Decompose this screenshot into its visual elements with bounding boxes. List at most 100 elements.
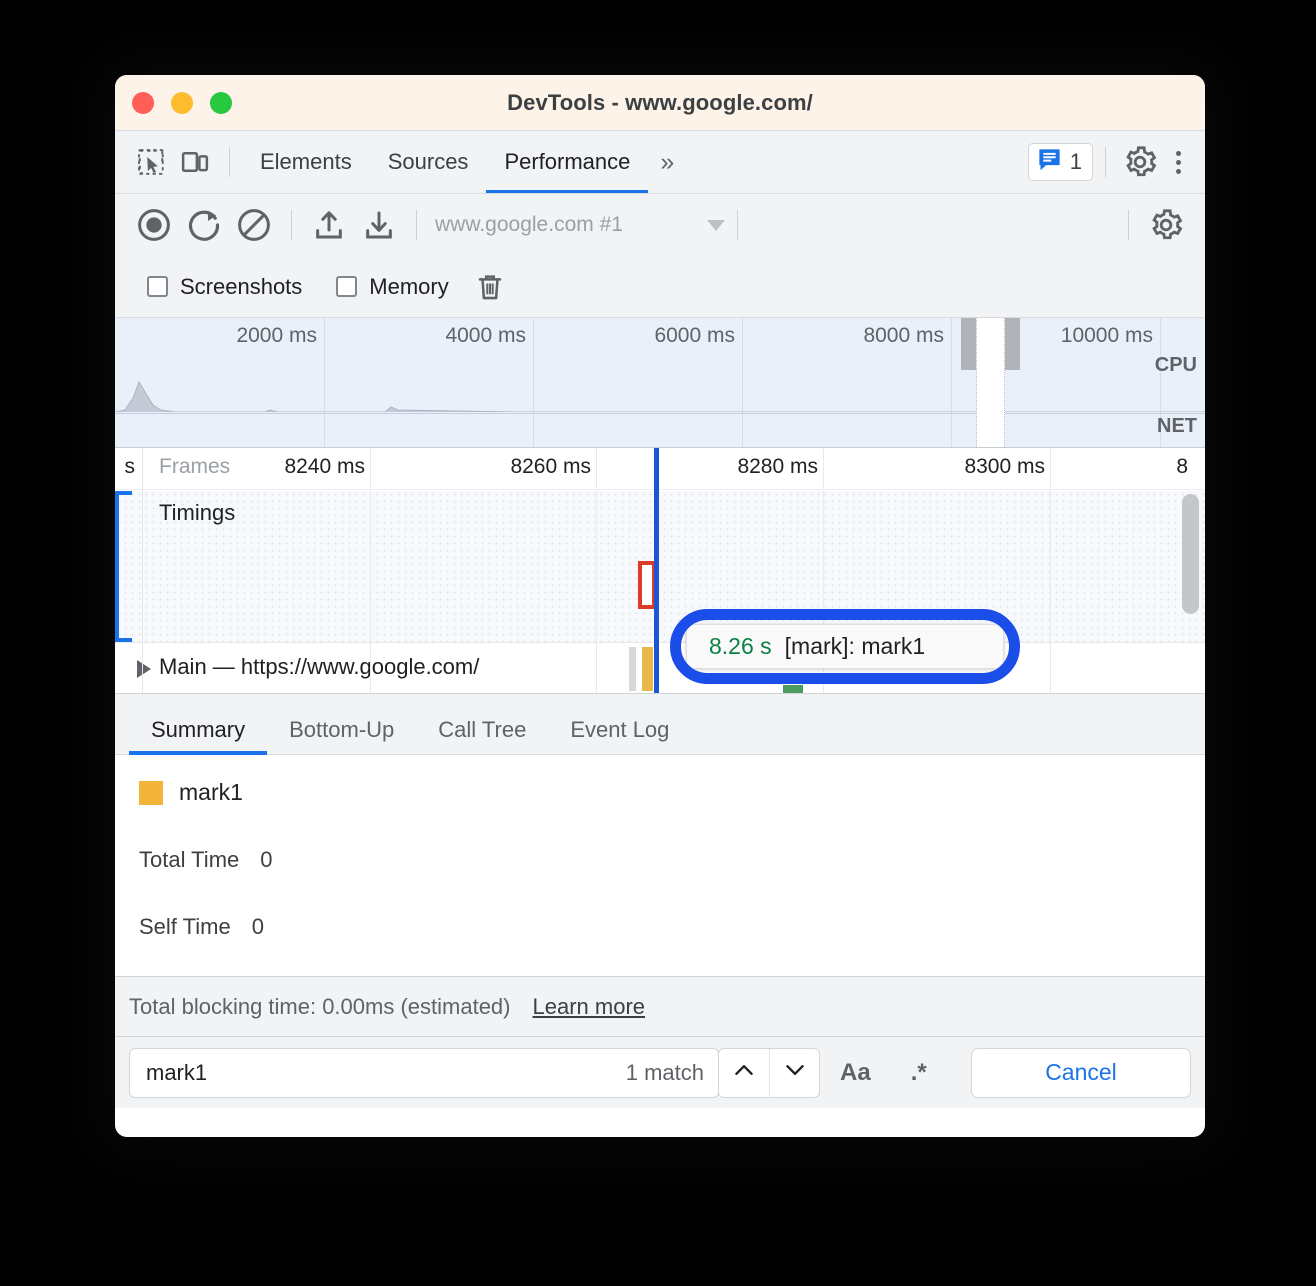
overview-selection-window[interactable]	[976, 318, 1005, 447]
cancel-button[interactable]: Cancel	[971, 1048, 1191, 1098]
save-profile-icon[interactable]	[354, 200, 404, 250]
overview-tick-2000: 2000 ms	[236, 324, 324, 348]
search-next-button[interactable]	[769, 1049, 819, 1097]
search-nav-buttons	[718, 1048, 820, 1098]
tab-bottom-up[interactable]: Bottom-Up	[267, 717, 416, 754]
record-icon[interactable]	[129, 200, 179, 250]
inspect-element-icon[interactable]	[129, 140, 173, 184]
perf-toolbar-divider-4	[1128, 210, 1129, 240]
profile-select[interactable]: www.google.com #1	[435, 213, 725, 237]
track-timings[interactable]	[115, 491, 1205, 642]
main-event-bar-gray[interactable]	[629, 647, 636, 691]
overview-cpu-label: CPU	[1155, 354, 1197, 377]
flame-chart-scrollbar-thumb[interactable]	[1182, 494, 1199, 614]
event-tooltip: 8.26 s [mark]: mark1	[686, 624, 1004, 669]
screenshots-checkbox-box	[147, 276, 168, 297]
overview-cpu-baseline	[115, 413, 1205, 414]
learn-more-link[interactable]: Learn more	[533, 994, 646, 1020]
match-case-button[interactable]: Aa	[820, 1048, 891, 1098]
frames-track-label: Frames	[159, 455, 230, 479]
clear-recording-icon[interactable]	[229, 200, 279, 250]
self-time-value: 0	[252, 914, 264, 940]
tab-elements-label: Elements	[260, 149, 352, 175]
tab-sources[interactable]: Sources	[370, 131, 487, 193]
issues-badge-button[interactable]: 1	[1028, 143, 1093, 181]
chevron-up-icon	[731, 1057, 757, 1088]
tab-call-tree[interactable]: Call Tree	[416, 717, 548, 754]
tab-summary[interactable]: Summary	[129, 717, 267, 754]
tab-event-log-label: Event Log	[570, 717, 669, 742]
main-event-bar-gold[interactable]	[642, 647, 653, 691]
ruler-tick-8280: 8280 ms	[737, 455, 823, 479]
issues-count-label: 1	[1070, 149, 1082, 175]
search-input-wrapper[interactable]: 1 match	[129, 1048, 719, 1098]
track-timings-label: Timings	[159, 500, 235, 526]
toolbar-divider	[229, 147, 230, 177]
tab-bottom-up-label: Bottom-Up	[289, 717, 394, 742]
ruler-tick-8260: 8260 ms	[510, 455, 596, 479]
track-header-divider	[142, 448, 143, 693]
screenshots-checkbox[interactable]: Screenshots	[129, 274, 318, 300]
tab-performance[interactable]: Performance	[486, 131, 648, 193]
profile-select-label: www.google.com #1	[435, 213, 623, 237]
settings-gear-icon[interactable]	[1118, 140, 1162, 184]
overview-window-handle-left[interactable]	[961, 318, 976, 370]
capture-options-row: Screenshots Memory	[115, 256, 1205, 318]
summary-event-header: mark1	[139, 779, 1205, 806]
window-title-bar: DevTools - www.google.com/	[115, 75, 1205, 131]
track-main-expand-icon[interactable]	[137, 660, 151, 678]
tabstrip-divider-2	[1105, 147, 1106, 177]
chevron-down-icon	[782, 1057, 808, 1088]
search-match-count: 1 match	[626, 1060, 718, 1086]
summary-event-name: mark1	[179, 779, 243, 806]
more-options-icon[interactable]	[1162, 151, 1195, 174]
tab-event-log[interactable]: Event Log	[548, 717, 691, 754]
reload-and-record-icon[interactable]	[179, 200, 229, 250]
panel-tab-strip: Elements Sources Performance » 1	[115, 131, 1205, 194]
trash-icon[interactable]	[465, 262, 515, 312]
memory-checkbox[interactable]: Memory	[318, 274, 464, 300]
screenshots-label: Screenshots	[180, 274, 302, 300]
track-main-label: Main — https://www.google.com/	[159, 654, 479, 680]
regex-button[interactable]: .*	[891, 1048, 947, 1098]
memory-checkbox-box	[336, 276, 357, 297]
drawer-tab-strip: Summary Bottom-Up Call Tree Event Log	[115, 693, 1205, 755]
time-cursor-line[interactable]	[654, 448, 659, 693]
total-blocking-time-text: Total blocking time: 0.00ms (estimated)	[129, 994, 511, 1020]
total-time-label: Total Time	[139, 847, 239, 873]
more-tabs-icon[interactable]: »	[648, 148, 682, 177]
tab-sources-label: Sources	[388, 149, 469, 175]
tab-elements[interactable]: Elements	[242, 131, 370, 193]
tab-call-tree-label: Call Tree	[438, 717, 526, 742]
tooltip-time: 8.26 s	[709, 633, 772, 660]
main-event-block-green[interactable]	[783, 685, 803, 693]
load-profile-icon[interactable]	[304, 200, 354, 250]
tab-summary-label: Summary	[151, 717, 245, 742]
overview-tick-8000: 8000 ms	[863, 324, 951, 348]
flame-chart-ruler: s Frames 8240 ms 8260 ms 8280 ms 8300 ms…	[115, 448, 1205, 490]
chevron-down-icon	[707, 220, 725, 231]
overview-window-handle-right[interactable]	[1005, 318, 1020, 370]
summary-row-total-time: Total Time 0	[139, 847, 1205, 873]
perf-toolbar-divider-3	[737, 210, 738, 240]
flame-chart[interactable]: s Frames 8240 ms 8260 ms 8280 ms 8300 ms…	[115, 448, 1205, 693]
device-toolbar-icon[interactable]	[173, 140, 217, 184]
window-title: DevTools - www.google.com/	[115, 90, 1205, 116]
ruler-tick-8300: 8300 ms	[964, 455, 1050, 479]
overview-net-label: NET	[1157, 415, 1197, 438]
search-prev-button[interactable]	[719, 1049, 769, 1097]
ruler-tick-8240: 8240 ms	[284, 455, 370, 479]
ruler-tick-right: 8	[1176, 455, 1193, 479]
tab-performance-label: Performance	[504, 149, 630, 175]
capture-settings-gear-icon[interactable]	[1141, 200, 1191, 250]
overview-tick-4000: 4000 ms	[445, 324, 533, 348]
devtools-window: DevTools - www.google.com/ Elements	[115, 75, 1205, 1137]
overview-tick-6000: 6000 ms	[654, 324, 742, 348]
search-input[interactable]	[144, 1059, 626, 1087]
performance-toolbar: www.google.com #1	[115, 194, 1205, 256]
memory-label: Memory	[369, 274, 448, 300]
search-bar: 1 match Aa .* Cancel	[115, 1036, 1205, 1108]
summary-panel: mark1 Total Time 0 Self Time 0	[115, 755, 1205, 976]
total-blocking-time-bar: Total blocking time: 0.00ms (estimated) …	[115, 976, 1205, 1036]
timeline-overview[interactable]: 2000 ms 4000 ms 6000 ms 8000 ms 10000 ms…	[115, 318, 1205, 448]
